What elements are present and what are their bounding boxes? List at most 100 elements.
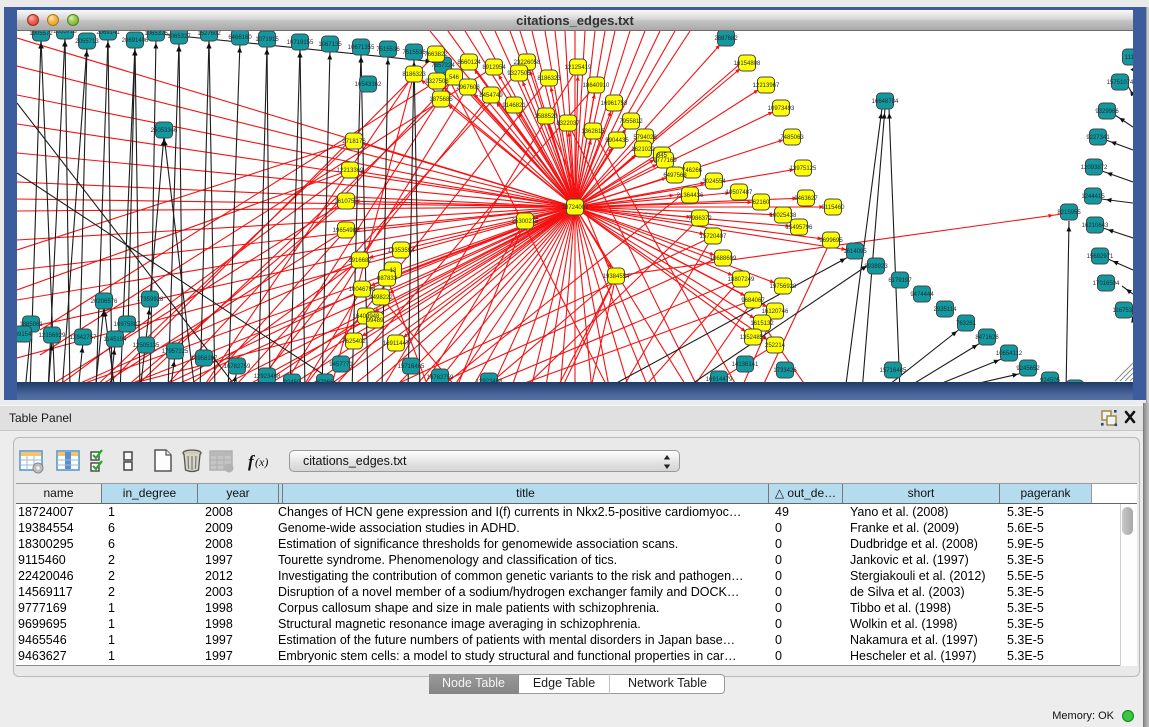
svg-text:15716485: 15716485 bbox=[398, 364, 425, 370]
svg-text:2718176: 2718176 bbox=[342, 139, 366, 145]
svg-text:21364436: 21364436 bbox=[677, 193, 704, 199]
svg-text:7485063: 7485063 bbox=[780, 135, 804, 141]
svg-text:15720407: 15720407 bbox=[700, 234, 727, 240]
svg-text:10973493: 10973493 bbox=[768, 106, 795, 112]
svg-text:39154: 39154 bbox=[17, 332, 32, 338]
svg-text:18640910: 18640910 bbox=[583, 83, 610, 89]
svg-text:12125419: 12125419 bbox=[565, 65, 592, 71]
svg-text:10688609: 10688609 bbox=[710, 256, 737, 262]
svg-text:2967608: 2967608 bbox=[456, 85, 480, 91]
svg-text:1167534: 1167534 bbox=[1113, 308, 1133, 314]
svg-text:8660124: 8660124 bbox=[457, 60, 481, 66]
svg-text:1362615: 1362615 bbox=[581, 129, 605, 135]
svg-text:12942757: 12942757 bbox=[70, 335, 97, 341]
svg-text:10507487: 10507487 bbox=[726, 190, 753, 196]
svg-text:10958167: 10958167 bbox=[191, 356, 218, 362]
svg-text:1244415: 1244415 bbox=[1081, 194, 1105, 200]
svg-text:1588520: 1588520 bbox=[534, 114, 558, 120]
svg-text:13353594: 13353594 bbox=[388, 248, 415, 254]
svg-text:8215955: 8215955 bbox=[1057, 210, 1081, 216]
svg-text:1615132: 1615132 bbox=[750, 321, 774, 327]
svg-text:16911447: 16911447 bbox=[383, 341, 410, 347]
svg-text:15495796: 15495796 bbox=[786, 225, 813, 231]
svg-text:1614095: 1614095 bbox=[843, 249, 867, 255]
svg-text:23226058: 23226058 bbox=[514, 60, 541, 66]
svg-text:16782759: 16782759 bbox=[224, 364, 251, 370]
svg-text:19756928: 19756928 bbox=[770, 284, 797, 290]
svg-text:1885061: 1885061 bbox=[19, 322, 43, 328]
svg-text:25300275: 25300275 bbox=[512, 219, 539, 225]
svg-text:9463627: 9463627 bbox=[794, 196, 818, 202]
svg-text:9684067: 9684067 bbox=[741, 298, 765, 304]
svg-text:10719155: 10719155 bbox=[287, 40, 314, 46]
svg-text:19654982: 19654982 bbox=[333, 228, 360, 234]
svg-text:16961758: 16961758 bbox=[601, 101, 628, 107]
svg-text:10025438: 10025438 bbox=[770, 213, 797, 219]
svg-text:13975125: 13975125 bbox=[790, 166, 817, 172]
svg-text:12213369: 12213369 bbox=[337, 168, 364, 174]
svg-text:12505135: 12505135 bbox=[133, 343, 160, 349]
svg-text:8912954: 8912954 bbox=[482, 65, 506, 71]
svg-text:6179197: 6179197 bbox=[888, 278, 912, 284]
svg-text:7857224: 7857224 bbox=[431, 63, 455, 69]
svg-text:1145194: 1145194 bbox=[104, 337, 128, 343]
svg-text:9245652: 9245652 bbox=[1016, 366, 1040, 372]
svg-text:9146821: 9146821 bbox=[502, 103, 526, 109]
svg-text:1875685: 1875685 bbox=[429, 97, 453, 103]
svg-text:15692971: 15692971 bbox=[1087, 254, 1114, 260]
svg-text:1610755: 1610755 bbox=[334, 199, 358, 205]
svg-text:2055718: 2055718 bbox=[53, 31, 77, 35]
svg-text:9329966: 9329966 bbox=[1095, 109, 1119, 115]
svg-text:10046798: 10046798 bbox=[349, 287, 376, 293]
svg-text:763261: 763261 bbox=[956, 321, 977, 327]
svg-text:1621022: 1621022 bbox=[631, 147, 655, 153]
svg-text:1065327: 1065327 bbox=[167, 34, 191, 40]
svg-text:1071915: 1071915 bbox=[255, 37, 279, 43]
svg-text:9777169: 9777169 bbox=[653, 158, 677, 164]
svg-text:7663822: 7663822 bbox=[424, 52, 448, 58]
svg-text:12093872: 12093872 bbox=[1081, 165, 1108, 171]
svg-text:9227341: 9227341 bbox=[1086, 135, 1110, 141]
svg-text:7986372: 7986372 bbox=[688, 216, 712, 222]
svg-text:19384554: 19384554 bbox=[603, 274, 630, 280]
svg-text:2887682: 2887682 bbox=[714, 36, 738, 42]
svg-text:12923468: 12923468 bbox=[254, 374, 281, 380]
svg-text:17359928: 17359928 bbox=[137, 297, 164, 303]
svg-text:10975887: 10975887 bbox=[114, 322, 141, 328]
svg-text:1065326: 1065326 bbox=[144, 31, 168, 37]
svg-text:9115460: 9115460 bbox=[822, 205, 846, 211]
svg-text:8471626: 8471626 bbox=[975, 335, 999, 341]
svg-text:9327508: 9327508 bbox=[425, 79, 449, 85]
svg-text:4498222: 4498222 bbox=[369, 295, 393, 301]
svg-text:9699695: 9699695 bbox=[819, 238, 843, 244]
svg-text:7955812: 7955812 bbox=[619, 119, 643, 125]
svg-text:1112: 1112 bbox=[1125, 55, 1133, 61]
svg-text:9474444: 9474444 bbox=[910, 292, 934, 298]
svg-text:18724007: 18724007 bbox=[562, 205, 589, 211]
svg-text:20206576: 20206576 bbox=[91, 299, 118, 305]
svg-text:16154808: 16154808 bbox=[734, 61, 761, 67]
svg-text:15751074: 15751074 bbox=[1107, 80, 1133, 86]
svg-text:62160: 62160 bbox=[753, 200, 770, 206]
svg-text:1527602: 1527602 bbox=[197, 31, 221, 37]
svg-text:1916682: 1916682 bbox=[348, 258, 372, 264]
svg-text:12156829: 12156829 bbox=[39, 333, 66, 339]
svg-text:25053346: 25053346 bbox=[151, 128, 178, 134]
svg-text:1733426: 1733426 bbox=[773, 368, 797, 374]
svg-text:6466160: 6466160 bbox=[228, 35, 252, 41]
svg-text:15716485: 15716485 bbox=[880, 368, 907, 374]
svg-text:252214: 252214 bbox=[765, 343, 786, 349]
svg-text:2055713: 2055713 bbox=[75, 39, 99, 45]
svg-text:2935114: 2935114 bbox=[934, 307, 958, 313]
svg-text:14136141: 14136141 bbox=[732, 362, 759, 368]
svg-text:6497568: 6497568 bbox=[663, 173, 687, 179]
svg-text:3024554: 3024554 bbox=[702, 179, 726, 185]
svg-text:7625402: 7625402 bbox=[342, 339, 366, 345]
svg-text:2069141: 2069141 bbox=[96, 31, 120, 36]
svg-text:10671355: 10671355 bbox=[348, 45, 375, 51]
svg-text:8322037: 8322037 bbox=[556, 121, 580, 127]
svg-text:13: 13 bbox=[390, 268, 397, 274]
svg-text:1905572: 1905572 bbox=[29, 31, 53, 37]
svg-text:99489: 99489 bbox=[367, 318, 384, 324]
svg-text:17016504: 17016504 bbox=[1093, 281, 1120, 287]
